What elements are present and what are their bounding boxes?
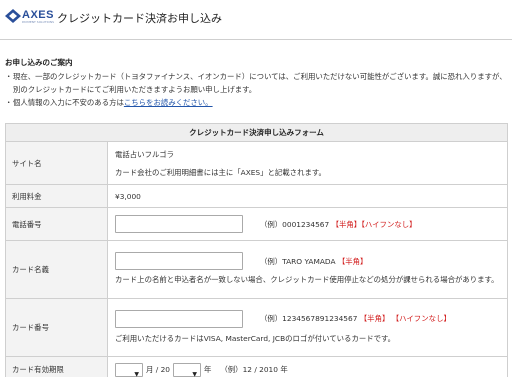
card-name-hint: （例）TARO YAMADA 【半角】 bbox=[260, 254, 367, 269]
card-name-note: カード上の名前と申込者名が一致しない場合、クレジットカード使用停止などの処分が課… bbox=[115, 275, 499, 284]
form-row-fee: 利用料金 ¥3,000 bbox=[5, 184, 508, 208]
expiry-value-cell: ▼ 月 / 20 ▼ 年 （例）12 / 2010 年 bbox=[107, 356, 508, 377]
card-name-input[interactable] bbox=[115, 252, 243, 270]
site-note: カード会社のご利用明細書には主に「AXES」と記載されます。 bbox=[115, 167, 326, 177]
expiry-year-select[interactable]: ▼ bbox=[172, 362, 201, 377]
phone-input[interactable] bbox=[115, 215, 243, 233]
expiry-label: カード有効期限 bbox=[5, 356, 108, 377]
phone-hint: （例）0001234567 【半角】【ハイフンなし】 bbox=[260, 217, 417, 232]
bullet-icon: ・ bbox=[5, 72, 13, 81]
phone-value-cell: （例）0001234567 【半角】【ハイフンなし】 bbox=[107, 207, 508, 241]
card-number-label: カード番号 bbox=[5, 298, 108, 357]
logo-subtext: PAYMENT SOLUTIONS bbox=[22, 20, 54, 24]
card-number-no-hyphen-tag: 【ハイフンなし】 bbox=[391, 314, 451, 323]
notice-title: お申し込みのご案内 bbox=[5, 58, 73, 67]
fee-value: ¥3,000 bbox=[107, 184, 508, 208]
notice-item: ・ 現在、一部のクレジットカード（トヨタファイナンス、イオンカード）については、… bbox=[5, 70, 508, 96]
form-row-phone: 電話番号 （例）0001234567 【半角】【ハイフンなし】 bbox=[5, 207, 508, 241]
card-name-example: （例）TARO YAMADA bbox=[260, 256, 336, 266]
form-row-expiry: カード有効期限 ▼ 月 / 20 ▼ 年 （例）12 / 2010 年 bbox=[5, 356, 508, 377]
phone-halfwidth-tag: 【半角】 bbox=[331, 219, 362, 229]
bullet-icon: ・ bbox=[5, 98, 13, 107]
page-header: AXES PAYMENT SOLUTIONS クレジットカード決済お申し込み bbox=[0, 0, 512, 40]
site-label: サイト名 bbox=[5, 141, 108, 185]
card-name-label: カード名義 bbox=[5, 240, 108, 299]
fee-label: 利用料金 bbox=[5, 184, 108, 208]
card-number-hint: （例）1234567891234567 【半角】 【ハイフンなし】 bbox=[260, 311, 451, 326]
dropdown-arrow-icon: ▼ bbox=[134, 370, 139, 377]
form-row-site: サイト名 電話占いフルゴラ カード会社のご利用明細書には主に「AXES」と記載さ… bbox=[5, 141, 508, 185]
card-number-value-cell: （例）1234567891234567 【半角】 【ハイフンなし】 ご利用いただ… bbox=[107, 298, 508, 357]
card-number-input[interactable] bbox=[115, 309, 243, 328]
card-number-example: （例）1234567891234567 bbox=[260, 314, 358, 323]
card-name-halfwidth-tag: 【半角】 bbox=[337, 256, 368, 266]
payment-form: クレジットカード決済申し込みフォーム サイト名 電話占いフルゴラ カード会社のご… bbox=[5, 123, 508, 377]
privacy-info-link[interactable]: こちらをお読みください。 bbox=[124, 98, 213, 107]
dropdown-arrow-icon: ▼ bbox=[192, 370, 197, 377]
card-number-halfwidth-tag: 【半角】 bbox=[359, 314, 390, 323]
page-title: クレジットカード決済お申し込み bbox=[57, 12, 222, 25]
notice-item: ・ 個人情報の入力に不安のある方はこちらをお読みください。 bbox=[5, 96, 508, 109]
card-number-note: ご利用いただけるカードはVISA, MasterCard, JCBのロゴが付いて… bbox=[115, 333, 396, 343]
notice-section: ・ 現在、一部のクレジットカード（トヨタファイナンス、イオンカード）については、… bbox=[5, 70, 508, 109]
form-row-card-name: カード名義 （例）TARO YAMADA 【半角】 カード上の名前と申込者名が一… bbox=[5, 240, 508, 299]
expiry-example: （例）12 / 2010 年 bbox=[220, 365, 288, 375]
notice-text: 現在、一部のクレジットカード（トヨタファイナンス、イオンカード）については、ご利… bbox=[13, 72, 507, 94]
site-name: 電話占いフルゴラ bbox=[115, 149, 174, 159]
phone-label: 電話番号 bbox=[5, 207, 108, 241]
card-name-value-cell: （例）TARO YAMADA 【半角】 カード上の名前と申込者名が一致しない場合… bbox=[107, 240, 508, 299]
expiry-month-unit: 月 / 20 bbox=[146, 365, 170, 375]
expiry-year-unit: 年 bbox=[203, 365, 212, 375]
axes-logo-mark-icon bbox=[5, 9, 21, 23]
form-caption: クレジットカード決済申し込みフォーム bbox=[5, 123, 508, 142]
expiry-month-select[interactable]: ▼ bbox=[115, 362, 143, 377]
phone-no-hyphen-tag: 【ハイフンなし】 bbox=[361, 219, 417, 229]
form-row-card-number: カード番号 （例）1234567891234567 【半角】 【ハイフンなし】 … bbox=[5, 298, 508, 357]
phone-example: （例）0001234567 bbox=[260, 219, 330, 229]
axes-logo: AXES PAYMENT SOLUTIONS bbox=[5, 9, 54, 24]
site-value-cell: 電話占いフルゴラ カード会社のご利用明細書には主に「AXES」と記載されます。 bbox=[107, 141, 508, 185]
notice-text: 個人情報の入力に不安のある方は bbox=[13, 98, 124, 107]
